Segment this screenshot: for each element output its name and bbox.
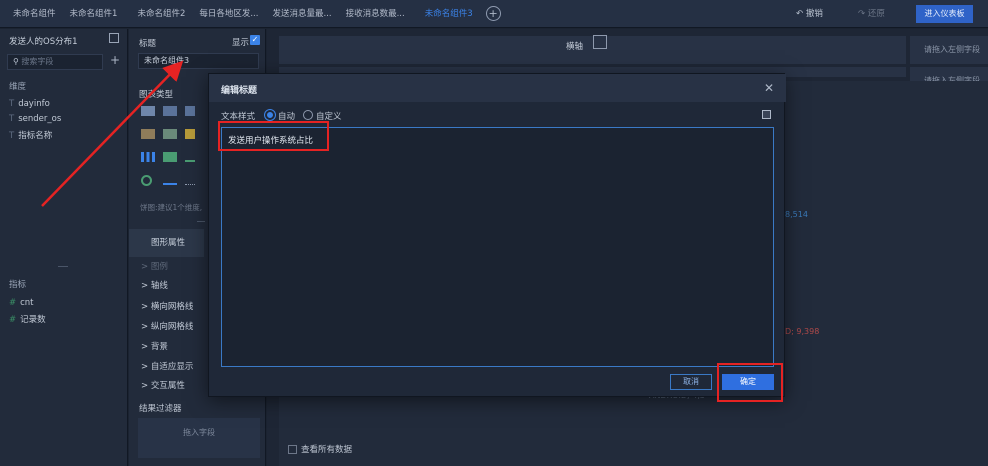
annotation-arrow bbox=[41, 60, 184, 207]
